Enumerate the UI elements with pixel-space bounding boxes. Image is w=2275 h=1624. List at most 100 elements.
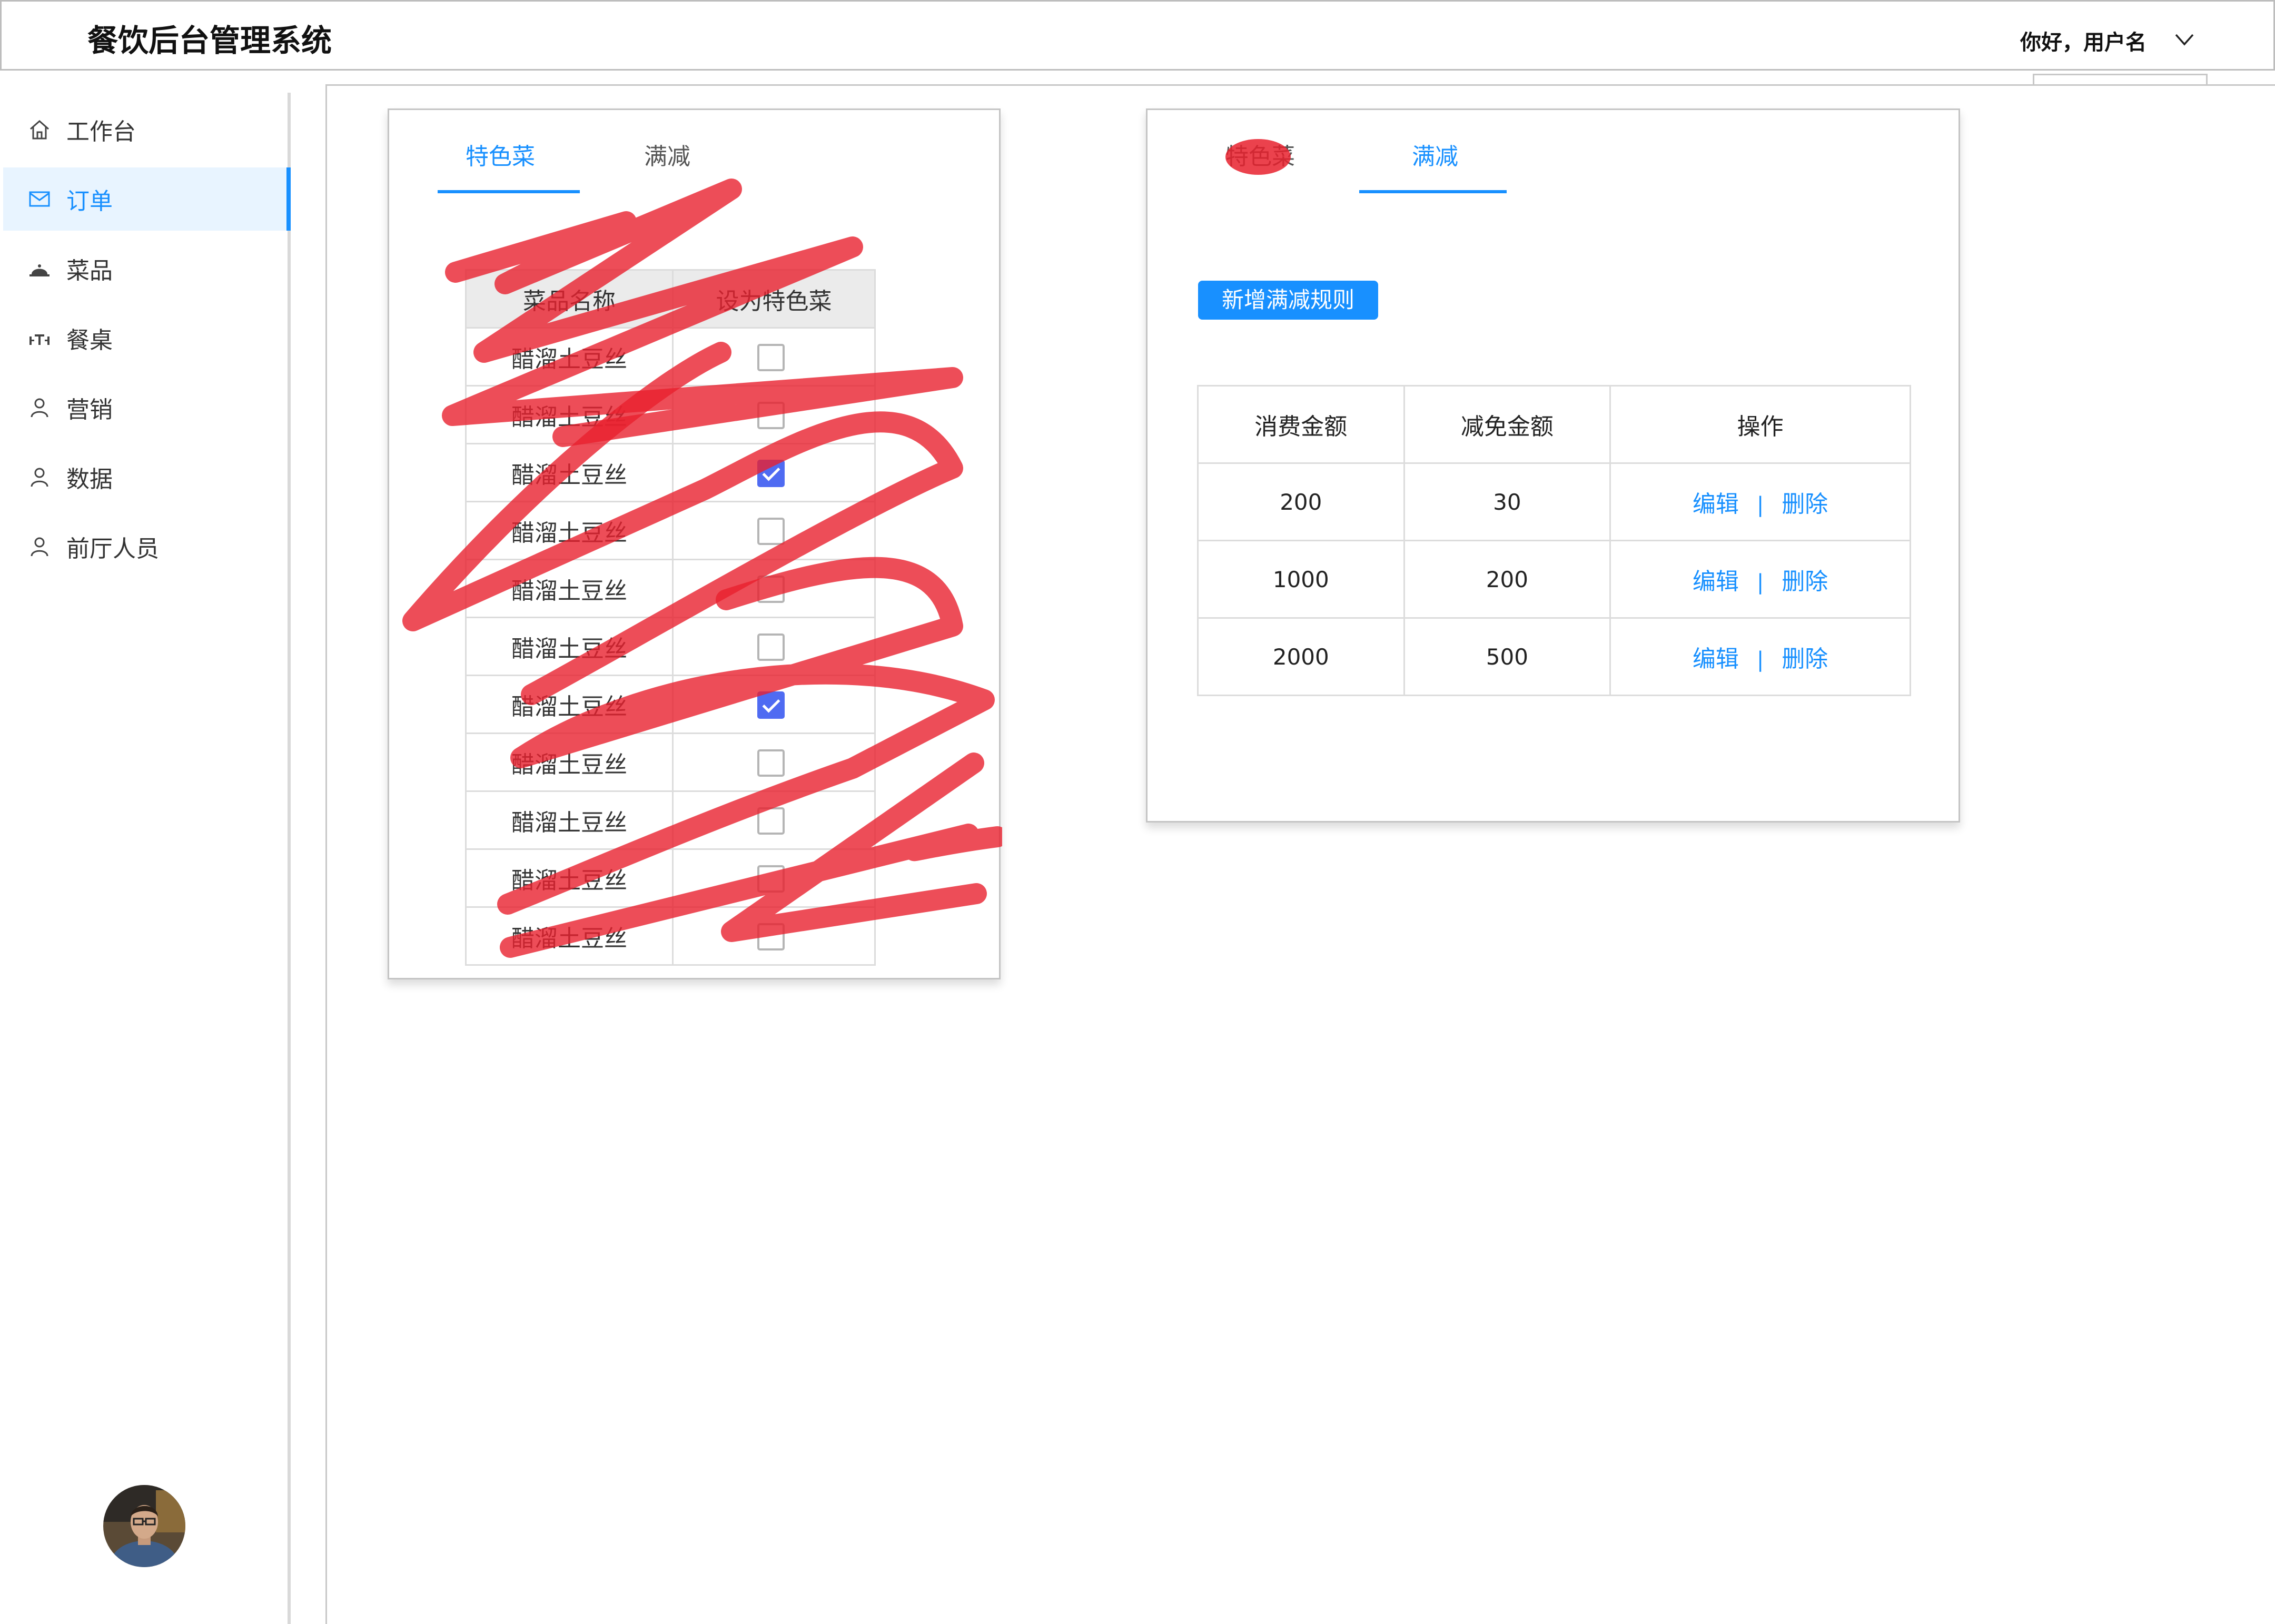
dish-name-cell: 醋溜土豆丝	[465, 732, 674, 792]
set-special-checkbox[interactable]	[757, 865, 785, 893]
sidebar-item-data[interactable]: 数据	[3, 445, 291, 509]
sidebar-item-dishes[interactable]: 菜品	[3, 237, 291, 300]
action-separator: |	[1756, 493, 1764, 517]
table-row: 醋溜土豆丝	[465, 675, 876, 734]
chevron-down-icon[interactable]	[2174, 28, 2195, 49]
special-toggle-cell	[672, 385, 876, 444]
set-special-checkbox[interactable]	[757, 575, 785, 603]
set-special-checkbox[interactable]	[757, 517, 785, 545]
spend-amount-cell: 200	[1197, 462, 1405, 541]
table-row: 醋溜土豆丝	[465, 501, 876, 560]
top-header	[0, 0, 2275, 71]
discount-amount-cell: 200	[1403, 540, 1611, 619]
column-header-set-special: 设为特色菜	[672, 269, 876, 329]
special-toggle-cell	[672, 732, 876, 792]
special-toggle-cell	[672, 906, 876, 966]
sidebar-item-workbench[interactable]: 工作台	[3, 98, 291, 161]
column-header-dish-name: 菜品名称	[465, 269, 674, 329]
set-special-checkbox[interactable]	[757, 807, 785, 835]
table-row: 醋溜土豆丝	[465, 327, 876, 387]
action-separator: |	[1756, 648, 1764, 672]
sidebar-item-label: 工作台	[66, 118, 136, 145]
set-special-checkbox[interactable]	[757, 923, 785, 950]
discount-rules-table: 消费金额 减免金额 操作 200 30 编辑 | 删除 1000 200 编辑 | 删除 2000 5…	[1197, 385, 1911, 696]
delete-link[interactable]: 删除	[1782, 568, 1828, 595]
special-dishes-card: 特色菜 满减 菜品名称 设为特色菜 醋溜土豆丝 醋溜土豆丝 醋溜土豆丝 醋溜土豆丝 醋溜…	[388, 108, 1002, 979]
red-scribble-overlay	[1225, 139, 1291, 175]
special-toggle-cell	[672, 501, 876, 560]
sidebar-item-label: 菜品	[66, 258, 113, 284]
set-special-checkbox[interactable]	[757, 749, 785, 777]
set-special-checkbox[interactable]	[757, 459, 785, 487]
special-toggle-cell	[672, 790, 876, 850]
set-special-checkbox[interactable]	[757, 633, 785, 661]
dish-name-cell: 醋溜土豆丝	[465, 617, 674, 676]
action-separator: |	[1756, 570, 1764, 595]
app-title: 餐饮后台管理系统	[87, 23, 332, 58]
special-toggle-cell	[672, 675, 876, 734]
column-header-actions: 操作	[1609, 385, 1911, 464]
active-tab-indicator	[438, 190, 580, 193]
sidebar: 工作台订单菜品餐桌营销数据前厅人员	[3, 93, 291, 1624]
table-row: 醋溜土豆丝	[465, 790, 876, 850]
sidebar-item-marketing[interactable]: 营销	[3, 376, 291, 439]
set-special-checkbox[interactable]	[757, 691, 785, 719]
table-icon	[29, 334, 50, 345]
user-icon	[31, 537, 48, 557]
table-row: 醋溜土豆丝	[465, 906, 876, 966]
dish-name-cell: 醋溜土豆丝	[465, 501, 674, 560]
discount-amount-cell: 30	[1403, 462, 1611, 541]
edit-link[interactable]: 编辑	[1693, 568, 1739, 595]
dish-name-cell: 醋溜土豆丝	[465, 385, 674, 444]
spend-amount-cell: 1000	[1197, 540, 1405, 619]
table-row: 醋溜土豆丝	[465, 385, 876, 444]
table-row: 醋溜土豆丝	[465, 732, 876, 792]
sidebar-item-front-staff[interactable]: 前厅人员	[3, 515, 291, 578]
sidebar-item-tables[interactable]: 餐桌	[3, 306, 291, 370]
add-rule-button[interactable]: 新增满减规则	[1198, 281, 1378, 320]
table-row: 醋溜土豆丝	[465, 848, 876, 908]
sidebar-item-label: 前厅人员	[66, 536, 159, 562]
sidebar-item-label: 订单	[66, 188, 113, 215]
tab-full-reduction[interactable]: 满减	[1412, 137, 1458, 171]
set-special-checkbox[interactable]	[757, 343, 785, 371]
sidebar-item-label: 营销	[66, 397, 113, 423]
home-icon	[30, 120, 49, 140]
set-special-checkbox[interactable]	[757, 401, 785, 429]
actions-cell: 编辑 | 删除	[1609, 540, 1911, 619]
user-icon	[31, 468, 48, 487]
discount-amount-cell: 500	[1403, 617, 1611, 696]
delete-link[interactable]: 删除	[1782, 646, 1828, 672]
sidebar-item-label: 数据	[66, 466, 113, 493]
user-icon	[31, 398, 48, 418]
column-header-discount: 减免金额	[1403, 385, 1611, 464]
sidebar-item-orders[interactable]: 订单	[3, 167, 291, 231]
table-row: 醋溜土豆丝	[465, 617, 876, 676]
table-row: 200 30 编辑 | 删除	[1197, 462, 1911, 541]
active-tab-indicator	[1359, 190, 1507, 193]
table-row: 2000 500 编辑 | 删除	[1197, 617, 1911, 696]
actions-cell: 编辑 | 删除	[1609, 617, 1911, 696]
table-row: 醋溜土豆丝	[465, 559, 876, 618]
delete-link[interactable]: 删除	[1782, 491, 1828, 518]
user-greeting[interactable]: 你好，用户名	[2020, 25, 2147, 56]
dish-cloche-icon	[29, 264, 50, 276]
tab-full-reduction[interactable]: 满减	[644, 137, 690, 171]
tab-special-dishes[interactable]: 特色菜	[466, 137, 535, 171]
mail-icon	[29, 191, 50, 207]
edit-link[interactable]: 编辑	[1693, 646, 1739, 672]
sidebar-item-label: 餐桌	[66, 327, 113, 354]
special-toggle-cell	[672, 327, 876, 387]
special-toggle-cell	[672, 559, 876, 618]
special-toggle-cell	[672, 617, 876, 676]
special-toggle-cell	[672, 848, 876, 908]
actions-cell: 编辑 | 删除	[1609, 462, 1911, 541]
edit-link[interactable]: 编辑	[1693, 491, 1739, 518]
dish-name-cell: 醋溜土豆丝	[465, 906, 674, 966]
dish-name-cell: 醋溜土豆丝	[465, 327, 674, 387]
dish-name-cell: 醋溜土豆丝	[465, 443, 674, 502]
dish-name-cell: 醋溜土豆丝	[465, 790, 674, 850]
avatar[interactable]	[103, 1485, 185, 1567]
spend-amount-cell: 2000	[1197, 617, 1405, 696]
table-row: 1000 200 编辑 | 删除	[1197, 540, 1911, 619]
